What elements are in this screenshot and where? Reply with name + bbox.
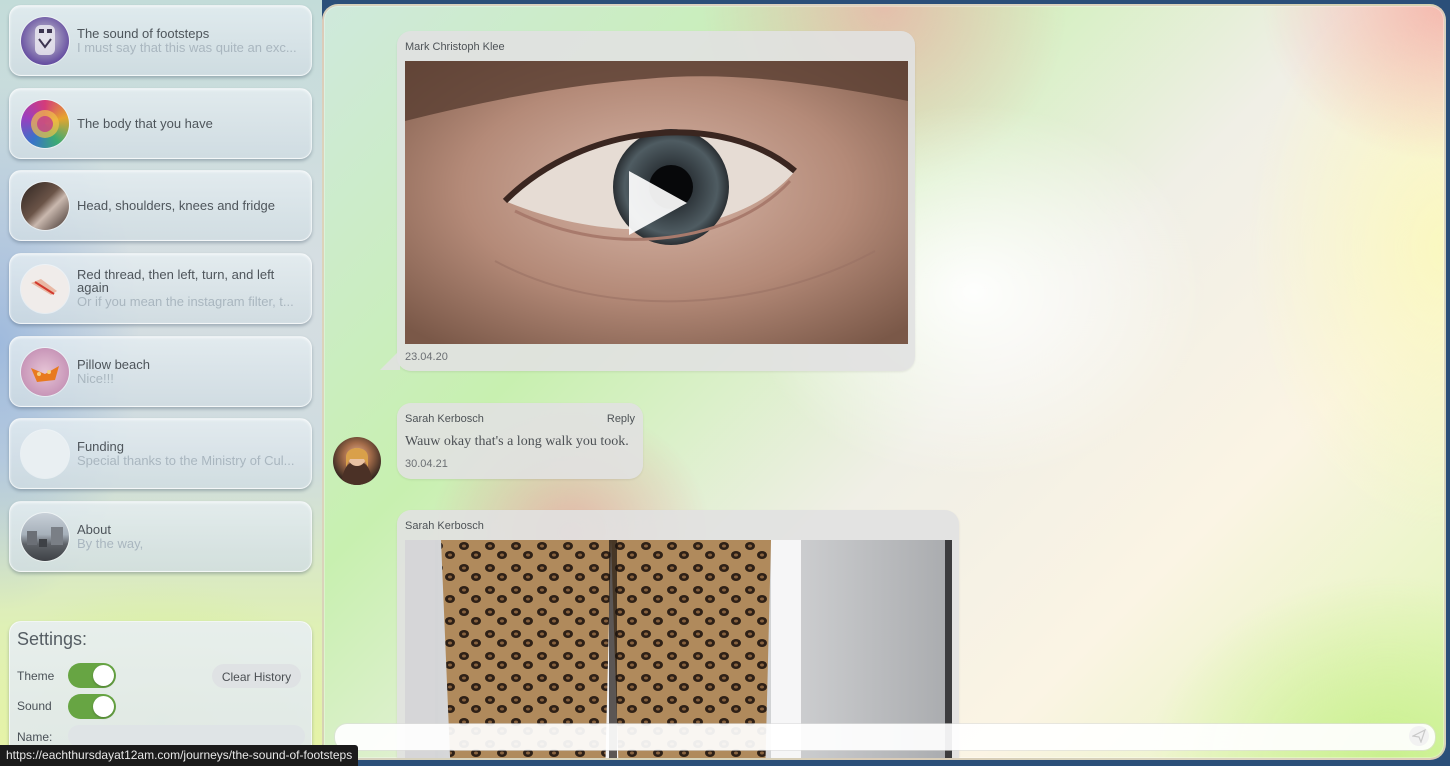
message-date: 30.04.21 — [405, 458, 448, 470]
journey-thumbnail — [21, 348, 69, 396]
message-bubble: Sarah Kerbosch Reply Wauw okay that's a … — [397, 403, 643, 479]
journey-card-pillow-beach[interactable]: Pillow beach Nice!!! — [9, 336, 312, 407]
theme-toggle[interactable] — [68, 663, 116, 688]
journey-card-about[interactable]: About By the way, — [9, 501, 312, 572]
sidebar: The sound of footsteps I must say that t… — [0, 0, 322, 766]
message-author: Sarah Kerbosch — [405, 413, 484, 425]
theme-label: Theme — [17, 669, 55, 683]
avatar-image — [341, 448, 373, 485]
journey-subtitle: Special thanks to the Ministry of Cul... — [77, 452, 295, 468]
name-label: Name: — [17, 730, 53, 744]
name-input[interactable] — [68, 725, 305, 747]
toggle-knob — [93, 696, 114, 717]
journey-thumbnail — [21, 430, 69, 478]
pillow-image — [31, 366, 59, 382]
journey-title: Pillow beach — [77, 356, 150, 372]
street-image — [27, 527, 63, 547]
message-author: Sarah Kerbosch — [405, 520, 484, 532]
journey-thumbnail — [21, 17, 69, 65]
settings-heading: Settings: — [17, 629, 88, 649]
message-date: 23.04.20 — [405, 351, 448, 363]
journey-title: Funding — [77, 438, 124, 454]
journey-title: The sound of footsteps — [77, 25, 210, 41]
message-text: Wauw okay that's a long walk you took. — [405, 434, 629, 449]
avatar — [333, 437, 381, 485]
link-status-bar: https://eachthursdayat12am.com/journeys/… — [0, 745, 359, 766]
journey-card-head-shoulders[interactable]: Head, shoulders, knees and fridge — [9, 170, 312, 241]
journey-card-body-that-you-have[interactable]: The body that you have — [9, 88, 312, 159]
journey-subtitle: I must say that this was quite an exc... — [77, 39, 297, 55]
journey-title: Red thread, then left, turn, and left ag… — [77, 267, 275, 295]
send-icon — [1412, 729, 1426, 743]
clear-history-button[interactable]: Clear History — [212, 664, 301, 688]
message-input[interactable] — [335, 724, 1435, 750]
bubble-tail — [380, 350, 400, 370]
journey-title: About — [77, 521, 111, 537]
reply-button[interactable]: Reply — [607, 413, 635, 425]
sound-label: Sound — [17, 699, 52, 713]
toggle-knob — [93, 665, 114, 686]
sound-toggle[interactable] — [68, 694, 116, 719]
journey-subtitle: Nice!!! — [77, 370, 114, 386]
hand-image — [31, 279, 57, 295]
journey-subtitle: By the way, — [77, 535, 144, 551]
colorful-pattern-image — [31, 110, 59, 138]
journey-card-funding[interactable]: Funding Special thanks to the Ministry o… — [9, 418, 312, 489]
journey-thumbnail — [21, 100, 69, 148]
journey-card-sound-of-footsteps[interactable]: The sound of footsteps I must say that t… — [9, 5, 312, 76]
chat-area[interactable]: Mark Christoph Klee 23.04.20 Sarah Kerbo… — [322, 4, 1446, 760]
journey-subtitle: Or if you mean the instagram filter, t..… — [77, 294, 294, 309]
video-player[interactable] — [405, 61, 908, 344]
journey-thumbnail — [21, 513, 69, 561]
journey-thumbnail — [21, 265, 69, 313]
statue-image — [35, 25, 55, 55]
journey-title: The body that you have — [77, 116, 213, 131]
send-button[interactable] — [1409, 726, 1429, 746]
message-author: Mark Christoph Klee — [405, 41, 505, 53]
play-icon[interactable] — [627, 169, 689, 237]
message-bubble: Mark Christoph Klee 23.04.20 — [397, 31, 915, 371]
journey-card-red-thread[interactable]: Red thread, then left, turn, and left ag… — [9, 253, 312, 324]
journey-thumbnail — [21, 182, 69, 230]
message-bubble: Sarah Kerbosch — [397, 510, 959, 758]
journey-title: Head, shoulders, knees and fridge — [77, 198, 276, 213]
